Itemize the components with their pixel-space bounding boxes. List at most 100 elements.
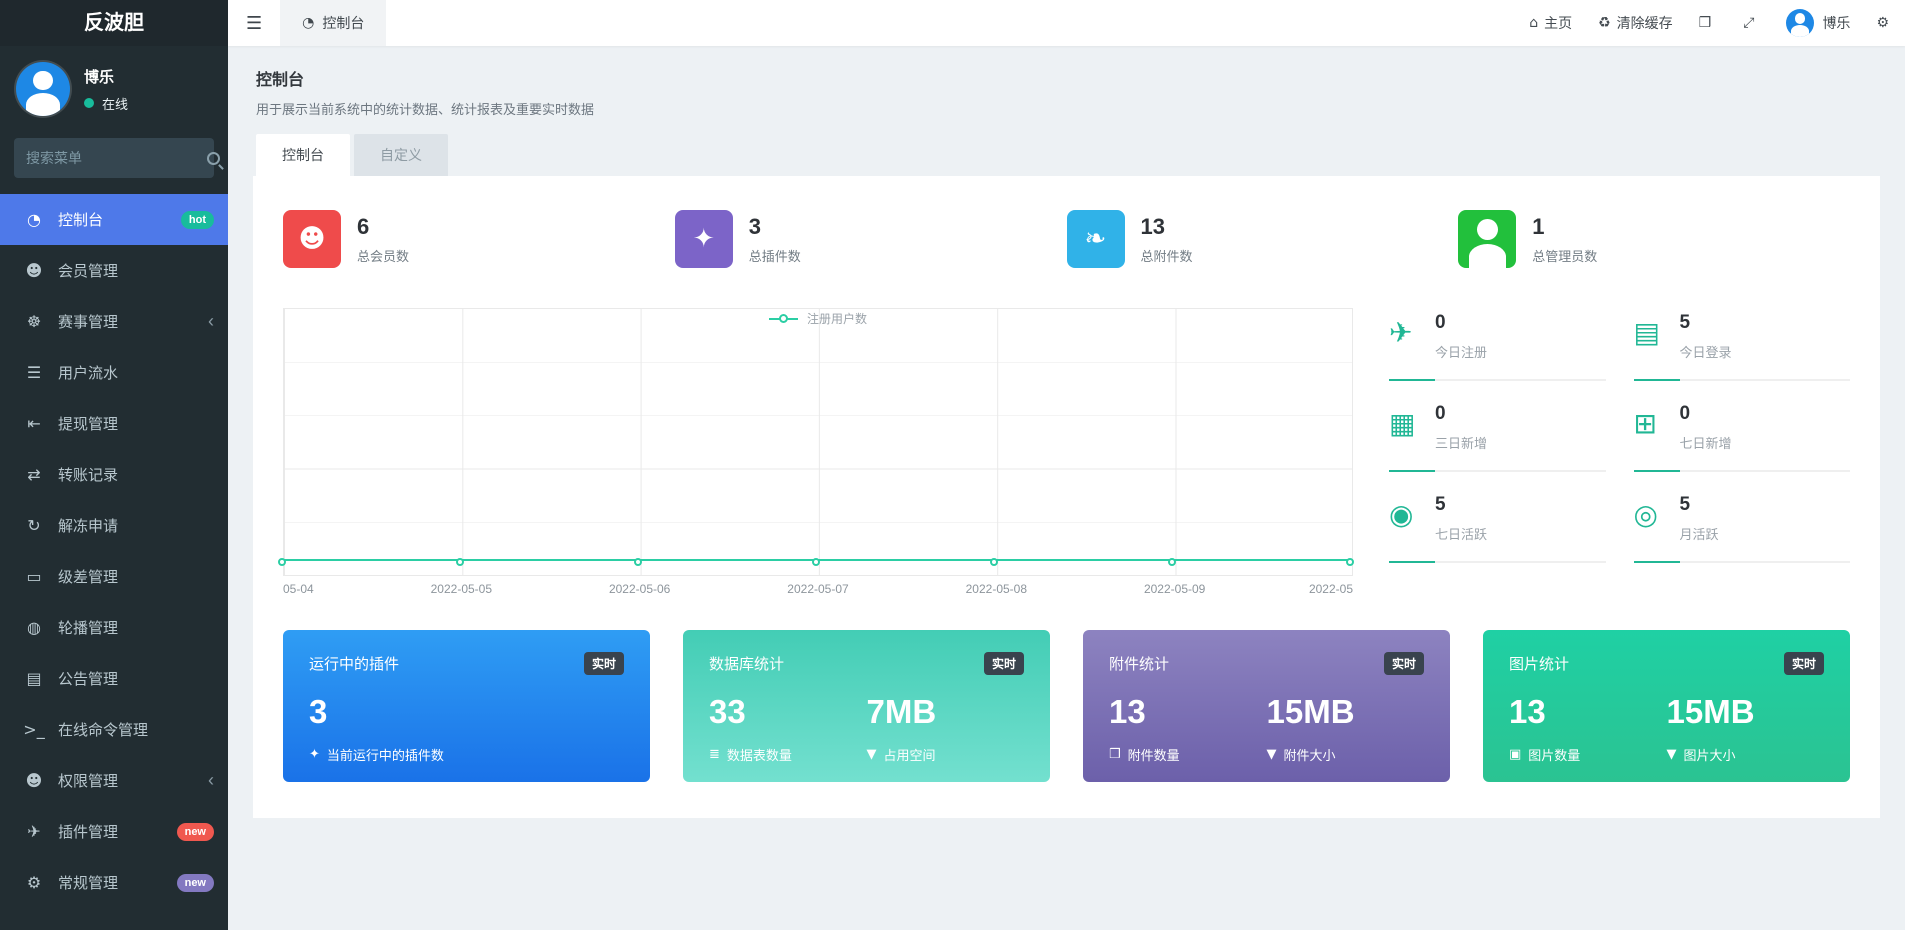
user-menu[interactable]: 博乐	[1786, 9, 1850, 37]
rocket-icon: ✈	[1389, 316, 1413, 349]
card-metric-value: 3	[309, 693, 328, 730]
stat-item: ✦ 3 总插件数	[674, 210, 1067, 268]
sidebar-item-11[interactable]: >_ 在线命令管理	[0, 704, 228, 755]
clear-cache-button[interactable]: ♻ 清除缓存	[1598, 13, 1673, 33]
mini-stat-value: 5	[1435, 494, 1446, 515]
sidebar-item-12[interactable]: ☻ 权限管理 ‹	[0, 755, 228, 806]
x-tick-label: 2022-05-06	[608, 582, 671, 596]
sidebar-item-1[interactable]: ◔ 控制台 hot	[0, 194, 228, 245]
card-metric: 15MB ▼ 附件大小	[1267, 693, 1425, 764]
card-header: 数据库统计 实时	[709, 652, 1024, 675]
level-icon: ▭	[26, 567, 42, 586]
sidebar-item-13[interactable]: ✈ 插件管理 new	[0, 806, 228, 857]
sidebar-item-3[interactable]: ☸ 赛事管理 ‹	[0, 296, 228, 347]
sidebar-item-label: 常规管理	[58, 875, 119, 892]
sidebar-item-label: 级差管理	[58, 569, 119, 586]
fullscreen-button[interactable]: ⤢	[1743, 15, 1760, 31]
online-dot-icon	[84, 98, 94, 108]
idcard-icon: ▤	[1633, 316, 1660, 349]
x-tick-label: 2022-05-05	[430, 582, 493, 596]
mini-stat-label: 三日新增	[1435, 436, 1488, 451]
clear-cache-label: 清除缓存	[1616, 16, 1673, 32]
data-point-marker[interactable]	[634, 558, 642, 566]
card-metric: 15MB ▼ 图片大小	[1667, 693, 1825, 764]
sidebar-item-8[interactable]: ▭ 级差管理	[0, 551, 228, 602]
mini-stat-label: 今日注册	[1435, 345, 1488, 360]
chevron-left-icon: ‹	[208, 311, 214, 331]
sidebar-item-label: 插件管理	[58, 824, 119, 841]
card-metric-value: 13	[1509, 693, 1546, 730]
user-avatar[interactable]	[16, 62, 70, 116]
navbar-user-name: 博乐	[1822, 16, 1851, 32]
stat-label: 总会员数	[357, 248, 410, 264]
search-icon[interactable]	[207, 151, 220, 165]
sidebar-item-6[interactable]: ⇄ 转账记录	[0, 449, 228, 500]
auth-icon: ☻	[25, 771, 43, 790]
sidebar-item-2[interactable]: ☻ 会员管理	[0, 245, 228, 296]
filter-icon: ▼	[866, 747, 877, 762]
card-metric-value: 15MB	[1666, 693, 1755, 730]
sidebar-item-10[interactable]: ▤ 公告管理	[0, 653, 228, 704]
sidebar: 反波胆 博乐 在线 ◔ 控制台 hot ☻ 会员管理 ☸ 赛事管理 ‹ ☰ 用户流水 ⇤ 提现管理 ⇄ 转…	[0, 0, 228, 930]
chart-x-axis: 05-04 2022-05-05 2022-05-06 2022-05-07 2022-…	[283, 582, 1353, 604]
sidebar-item-label: 解冻申请	[58, 518, 119, 535]
sidebar-item-4[interactable]: ☰ 用户流水	[0, 347, 228, 398]
data-point-marker[interactable]	[456, 558, 464, 566]
card-title: 图片统计	[1509, 656, 1570, 673]
calendar-icon: ▦	[1389, 407, 1416, 440]
settings-button[interactable]: ⚙	[1876, 15, 1895, 31]
sidebar-item-5[interactable]: ⇤ 提现管理	[0, 398, 228, 449]
realtime-badge: 实时	[583, 652, 624, 675]
chart-plot-area: 注册用户数	[278, 308, 1354, 576]
x-tick-label: 2022-05-09	[1143, 582, 1206, 596]
realtime-card: 附件统计 实时 13 ❒ 附件数量 15MB ▼ 附件大小	[1083, 630, 1450, 782]
sidebar-item-9[interactable]: ◍ 轮播管理	[0, 602, 228, 653]
tab-dashboard[interactable]: 控制台	[256, 134, 350, 176]
card-metric-value: 13	[1109, 693, 1146, 730]
card-metric: 3 ✦ 当前运行中的插件数	[309, 693, 624, 764]
search-input[interactable]	[26, 150, 207, 166]
mini-stat-value: 5	[1679, 494, 1691, 515]
sidebar-item-label: 在线命令管理	[58, 722, 149, 739]
data-point-marker[interactable]	[1168, 558, 1176, 566]
mini-stat-value: 0	[1435, 312, 1446, 333]
sidebar-item-label: 会员管理	[58, 263, 119, 280]
content-tabs: 控制台 自定义	[256, 134, 1877, 176]
nav-tab-dashboard[interactable]: ◔ 控制台	[280, 0, 387, 46]
data-point-marker[interactable]	[278, 558, 286, 566]
mini-stat-label: 月活跃	[1679, 527, 1719, 542]
data-point-marker[interactable]	[1346, 558, 1354, 566]
user-circle-o-icon: ◎	[1633, 498, 1658, 531]
sidebar-item-7[interactable]: ↻ 解冻申请	[0, 500, 228, 551]
mini-stat-label: 七日活跃	[1435, 527, 1488, 542]
menu-badge: new	[176, 822, 214, 841]
stat-label: 总管理员数	[1532, 248, 1598, 264]
mini-stat: ✈ 0 今日注册	[1389, 308, 1606, 381]
card-metric-label: ✦ 当前运行中的插件数	[309, 747, 444, 763]
notice-icon: ▤	[26, 669, 42, 688]
sidebar-item-14[interactable]: ⚙ 常规管理 new	[0, 857, 228, 908]
x-tick-label: 2022-05	[1308, 582, 1353, 596]
sidebar-item-label: 公告管理	[58, 671, 119, 688]
cogs-icon: ⚙	[26, 873, 42, 892]
stat-value: 3	[748, 213, 761, 239]
stat-label: 总附件数	[1140, 248, 1193, 264]
sidebar-item-label: 控制台	[58, 212, 104, 229]
gear-icon: ⚙	[1876, 15, 1889, 31]
realtime-badge: 实时	[983, 652, 1024, 675]
tab-custom[interactable]: 自定义	[354, 134, 448, 176]
sidebar-toggle-icon[interactable]: ☰	[228, 13, 280, 34]
mini-stats-grid: ✈ 0 今日注册 ▤ 5 今日登录 ▦ 0 三日新增 ⊞ 0 七日新增 ◉ 5 七日活跃 ◎ 5 月活跃	[1389, 308, 1850, 604]
card-metric-value: 15MB	[1266, 693, 1355, 730]
magic-icon: ✦	[309, 747, 320, 762]
list-icon: ☰	[26, 363, 42, 382]
chart-legend[interactable]: 注册用户数	[284, 310, 1352, 327]
data-point-marker[interactable]	[812, 558, 820, 566]
stat-value: 13	[1140, 213, 1165, 239]
docs-button[interactable]: ❒	[1699, 15, 1718, 31]
home-button[interactable]: ⌂ 主页	[1529, 13, 1572, 33]
stat-label: 总插件数	[748, 248, 801, 264]
mini-stat-label: 今日登录	[1679, 345, 1732, 360]
data-point-marker[interactable]	[990, 558, 998, 566]
x-tick-label: 2022-05-07	[787, 582, 849, 596]
